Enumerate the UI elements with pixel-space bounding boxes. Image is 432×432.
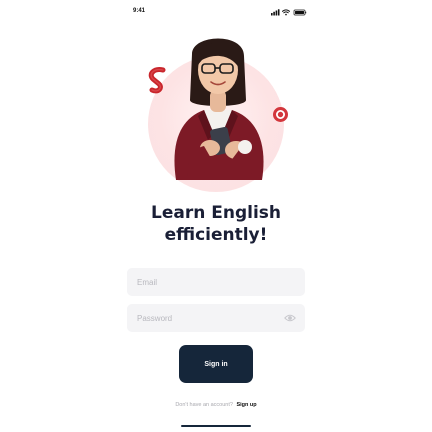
sign-up-link[interactable]: Sign up [236, 402, 256, 408]
page-title-line-1: Learn English [151, 203, 281, 223]
email-field[interactable] [127, 268, 305, 296]
signal-icon [271, 9, 280, 16]
password-field-container [127, 304, 305, 332]
password-field[interactable] [127, 304, 305, 332]
page-title-line-2: efficiently! [164, 225, 268, 245]
signup-prompt: Don't have an account? [175, 402, 233, 408]
status-icons [271, 9, 307, 16]
sign-in-button[interactable]: Sign in [179, 345, 253, 383]
record-icon [273, 107, 288, 122]
sign-in-screen: 9:41 Learn English efficiently! Email Si… [0, 0, 432, 432]
battery-icon [293, 9, 307, 16]
page-title: Learn English efficiently! [96, 202, 336, 246]
avatar [174, 38, 264, 180]
wifi-icon [282, 9, 290, 16]
eye-icon[interactable] [284, 313, 296, 323]
home-indicator [181, 425, 251, 427]
hero-illustration [140, 24, 292, 192]
signup-row: Don't have an account? Sign up [100, 402, 332, 408]
status-time: 9:41 [133, 8, 146, 14]
